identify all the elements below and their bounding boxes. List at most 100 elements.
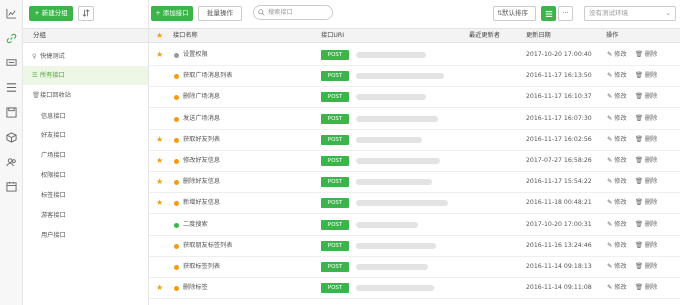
edit-action[interactable]: ✎ 修改 xyxy=(607,109,627,129)
delete-action[interactable]: 🗑 删除 xyxy=(635,278,657,298)
api-uri-redacted xyxy=(356,136,422,143)
add-api-button[interactable]: + 添加接口 xyxy=(151,6,193,21)
delete-action[interactable]: 🗑 删除 xyxy=(635,109,657,129)
method-badge: POST xyxy=(321,50,349,60)
api-uri-redacted xyxy=(356,94,426,101)
api-name[interactable]: 修改好友信息 xyxy=(183,151,220,171)
edit-action[interactable]: ✎ 修改 xyxy=(607,87,627,107)
star-icon[interactable]: ★ xyxy=(156,130,163,150)
update-date: 2017-07-27 16:58:26 xyxy=(526,157,592,164)
api-name[interactable]: 获取朋友标签列表 xyxy=(183,236,233,256)
edit-action[interactable]: ✎ 修改 xyxy=(607,66,627,86)
delete-action[interactable]: 🗑 删除 xyxy=(635,215,657,235)
list-view-button[interactable] xyxy=(541,6,556,21)
table-row[interactable]: 删除广场消息 POST 2016-11-17 16:10:37 ✎ 修改 🗑 删除 xyxy=(149,87,680,109)
api-name[interactable]: 删除广场消息 xyxy=(183,87,220,107)
subgroup-item[interactable]: 广场接口 xyxy=(23,146,148,165)
edit-action[interactable]: ✎ 修改 xyxy=(607,151,627,171)
table-row[interactable]: ★ 设置权限 POST 2017-10-20 17:00:40 ✎ 修改 🗑 删除 xyxy=(149,45,680,66)
api-name[interactable]: 二度搜索 xyxy=(183,215,208,235)
edit-label: 修改 xyxy=(614,199,627,207)
delete-action[interactable]: 🗑 删除 xyxy=(635,193,657,213)
edit-action[interactable]: ✎ 修改 xyxy=(607,193,627,213)
more-button[interactable]: ··· xyxy=(558,6,573,21)
table-row[interactable]: 获取朋友标签列表 POST 2016-11-16 13:24:46 ✎ 修改 🗑 删除 xyxy=(149,236,680,257)
star-icon[interactable]: ★ xyxy=(156,193,163,213)
api-name[interactable]: 新增好友信息 xyxy=(183,193,220,213)
search-input[interactable]: 搜索接口 xyxy=(253,5,333,20)
delete-action[interactable]: 🗑 删除 xyxy=(635,87,657,107)
star-icon[interactable]: ★ xyxy=(156,45,163,65)
api-name[interactable]: 获取好友列表 xyxy=(183,130,220,150)
subgroup-item[interactable]: 用户接口 xyxy=(23,226,148,245)
delete-action[interactable]: 🗑 删除 xyxy=(635,236,657,256)
table-row[interactable]: 发送广场消息 POST 2016-11-17 16:07:30 ✎ 修改 🗑 删除 xyxy=(149,109,680,130)
tree-item-label: 接口回收站 xyxy=(40,92,71,99)
cube-icon[interactable] xyxy=(6,132,17,143)
api-name[interactable]: 删除好友信息 xyxy=(183,172,220,192)
api-name[interactable]: 删除标签 xyxy=(183,278,208,298)
subgroup-item[interactable]: 信息接口 xyxy=(23,107,148,126)
delete-action[interactable]: 🗑 删除 xyxy=(635,66,657,86)
edit-action[interactable]: ✎ 修改 xyxy=(607,130,627,150)
save-icon[interactable] xyxy=(6,107,17,118)
users-icon[interactable] xyxy=(6,157,17,168)
delete-action[interactable]: 🗑 删除 xyxy=(635,45,657,65)
star-icon[interactable]: ★ xyxy=(156,278,163,298)
subgroup-item[interactable]: 好友接口 xyxy=(23,126,148,145)
subgroup-item[interactable]: 游客接口 xyxy=(23,206,148,225)
subgroup-item[interactable]: 标签接口 xyxy=(23,186,148,205)
tree-item-quick-test[interactable]: ♀ 快捷测试 xyxy=(23,47,148,66)
api-icon[interactable] xyxy=(6,57,17,68)
link-icon[interactable] xyxy=(6,33,17,44)
tree-item-all-apis[interactable]: ☰ 所有接口 xyxy=(23,66,148,85)
api-name[interactable]: 设置权限 xyxy=(183,45,208,65)
method-badge: POST xyxy=(321,92,349,103)
status-dot xyxy=(174,265,179,270)
edit-action[interactable]: ✎ 修改 xyxy=(607,257,627,277)
edit-label: 修改 xyxy=(614,241,627,249)
status-dot xyxy=(174,159,179,164)
edit-action[interactable]: ✎ 修改 xyxy=(607,45,627,65)
star-icon[interactable]: ★ xyxy=(156,172,163,192)
delete-action[interactable]: 🗑 删除 xyxy=(635,130,657,150)
table-row[interactable]: ★ 删除标签 POST 2016-11-14 09:11:08 ✎ 修改 🗑 删除 xyxy=(149,278,680,300)
lightbulb-icon: ♀ xyxy=(32,53,37,60)
delete-icon: 🗑 xyxy=(635,51,645,58)
update-date: 2016-11-17 16:07:30 xyxy=(526,114,592,122)
table-row[interactable]: ★ 删除好友信息 POST 2016-11-17 15:54:22 ✎ 修改 🗑 删除 xyxy=(149,172,680,194)
delete-label: 删除 xyxy=(644,157,658,164)
edit-action[interactable]: ✎ 修改 xyxy=(607,236,627,256)
api-name[interactable]: 发送广场消息 xyxy=(183,109,220,129)
delete-action[interactable]: 🗑 删除 xyxy=(635,257,657,277)
default-sort-button[interactable]: ⇅ 默认排序 xyxy=(493,6,536,21)
method-badge: POST xyxy=(321,283,349,294)
list-icon[interactable] xyxy=(6,82,17,93)
sort-toggle-button[interactable] xyxy=(78,6,94,21)
edit-label: 修改 xyxy=(614,51,627,58)
api-name[interactable]: 获取广场消息列表 xyxy=(183,66,233,86)
edit-action[interactable]: ✎ 修改 xyxy=(607,278,627,298)
edit-action[interactable]: ✎ 修改 xyxy=(607,215,627,235)
table-row[interactable]: ★ 获取好友列表 POST 2016-11-17 16:02:56 ✎ 修改 🗑 删除 xyxy=(149,130,680,151)
chart-icon[interactable] xyxy=(6,8,17,19)
environment-select[interactable]: 没有测试环境 ⌄ xyxy=(584,6,676,21)
batch-operation-button[interactable]: 批量操作 xyxy=(198,6,242,21)
search-placeholder: 搜索接口 xyxy=(268,9,293,16)
sort-icon xyxy=(82,9,90,17)
delete-action[interactable]: 🗑 删除 xyxy=(635,151,657,171)
tree-item-recycle-bin[interactable]: 🗑 接口回收站 xyxy=(23,86,148,105)
table-row[interactable]: 二度搜索 POST 2017-10-20 17:00:31 ✎ 修改 🗑 删除 xyxy=(149,215,680,236)
star-icon[interactable]: ★ xyxy=(156,151,163,171)
new-group-button[interactable]: + 新建分组 xyxy=(29,6,73,21)
delete-action[interactable]: 🗑 删除 xyxy=(635,172,657,192)
table-row[interactable]: ★ 新增好友信息 POST 2016-11-18 00:48:21 ✎ 修改 🗑 删除 xyxy=(149,193,680,215)
table-row[interactable]: 获取标签列表 POST 2016-11-14 09:18:13 ✎ 修改 🗑 删除 xyxy=(149,257,680,278)
api-name[interactable]: 获取标签列表 xyxy=(183,257,220,277)
edit-label: 修改 xyxy=(614,284,627,292)
edit-action[interactable]: ✎ 修改 xyxy=(607,172,627,192)
table-row[interactable]: 获取广场消息列表 POST 2016-11-17 16:13:50 ✎ 修改 🗑 删除 xyxy=(149,66,680,88)
table-row[interactable]: ★ 修改好友信息 POST 2017-07-27 16:58:26 ✎ 修改 🗑 删除 xyxy=(149,151,680,172)
calendar-icon[interactable] xyxy=(6,181,17,192)
subgroup-item[interactable]: 权限接口 xyxy=(23,166,148,185)
